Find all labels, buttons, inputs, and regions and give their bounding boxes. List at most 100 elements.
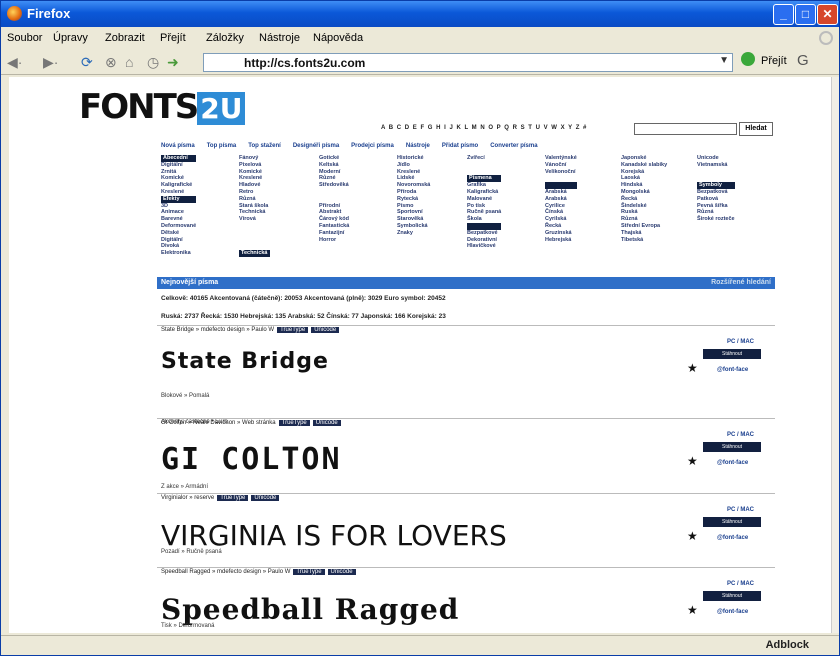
- topnav-link[interactable]: Converter písma: [490, 143, 537, 149]
- category-link[interactable]: Japonské: [621, 155, 667, 162]
- category-link[interactable]: Velikonoční: [545, 169, 577, 176]
- category-link[interactable]: Valentýnské: [545, 155, 577, 162]
- category-link[interactable]: Kreslené: [397, 169, 430, 176]
- bookmarks-icon[interactable]: ➜: [167, 54, 179, 71]
- font-face-link[interactable]: @font-face: [717, 609, 748, 615]
- category-link[interactable]: Vánoční: [545, 162, 577, 169]
- category-link[interactable]: Písmena: [467, 175, 502, 183]
- search-engine-icon[interactable]: G: [797, 52, 809, 69]
- category-link[interactable]: Rytecká: [397, 196, 430, 203]
- category-link[interactable]: Symbolická: [397, 223, 430, 230]
- site-search-input[interactable]: [634, 123, 737, 135]
- category-link[interactable]: Kaligrafická: [467, 189, 501, 196]
- font-preview[interactable]: VIRGINIA IS FOR LOVERS: [161, 519, 507, 552]
- breadcrumb-text[interactable]: Speedball Ragged » mdefecto design » Pau…: [161, 569, 290, 575]
- category-link[interactable]: Thajská: [621, 230, 667, 237]
- back-icon[interactable]: ◀·: [7, 54, 22, 71]
- breadcrumb-text[interactable]: Gt Colton » Neale Davidson » Web stránka: [161, 420, 276, 426]
- category-link[interactable]: Různá: [621, 216, 667, 223]
- adblock-status[interactable]: Adblock: [766, 639, 809, 651]
- site-search-button[interactable]: Hledat: [739, 122, 773, 136]
- site-logo[interactable]: FONTS 2U: [79, 87, 246, 127]
- category-link[interactable]: Elektronika: [161, 250, 196, 257]
- menu-zalozky[interactable]: Záložky: [206, 32, 244, 44]
- category-link[interactable]: Cyrilská: [545, 216, 577, 223]
- category-link[interactable]: Mongolská: [621, 189, 667, 196]
- favorite-star-icon[interactable]: ★: [687, 361, 698, 375]
- category-link[interactable]: Fantazijní: [319, 230, 349, 237]
- category-link[interactable]: Novoromská: [397, 182, 430, 189]
- breadcrumb-text[interactable]: Virginialor » reserve: [161, 495, 214, 501]
- topnav-link[interactable]: Top stažení: [248, 143, 281, 149]
- download-button[interactable]: Stáhnout: [703, 442, 761, 452]
- download-button[interactable]: Stáhnout: [703, 349, 761, 359]
- category-link[interactable]: Čínská: [545, 209, 577, 216]
- menu-napoveda[interactable]: Nápověda: [313, 32, 363, 44]
- forward-icon[interactable]: ▶·: [43, 54, 58, 71]
- category-link[interactable]: Šindelské: [621, 203, 667, 210]
- chevron-down-icon[interactable]: ▼: [719, 55, 729, 66]
- category-link[interactable]: Jídlo: [397, 162, 430, 169]
- category-link[interactable]: Stará škola: [239, 203, 270, 210]
- category-link[interactable]: Příroda: [397, 189, 430, 196]
- category-link[interactable]: Pixelová: [239, 162, 270, 169]
- category-link[interactable]: Technická: [239, 250, 270, 257]
- category-link[interactable]: Čárový kód: [319, 216, 349, 223]
- category-link[interactable]: Řecká: [621, 196, 667, 203]
- menu-upravy[interactable]: Úpravy: [53, 32, 88, 44]
- font-preview[interactable]: Speedball Ragged: [161, 593, 459, 626]
- category-link[interactable]: Laoská: [621, 175, 667, 182]
- category-link[interactable]: Divoká: [161, 243, 196, 250]
- category-link[interactable]: Dekorativní: [467, 237, 501, 244]
- menu-zobrazit[interactable]: Zobrazit: [105, 32, 145, 44]
- category-link[interactable]: Technická: [239, 209, 270, 216]
- category-link[interactable]: Bezpatkové: [467, 230, 501, 237]
- category-link[interactable]: Znaky: [397, 230, 430, 237]
- category-link[interactable]: Retro: [239, 189, 270, 196]
- menu-prejit[interactable]: Přejít: [160, 32, 186, 44]
- menu-nastroje[interactable]: Nástroje: [259, 32, 300, 44]
- category-link[interactable]: Animace: [161, 209, 196, 216]
- vertical-scrollbar[interactable]: [831, 77, 839, 633]
- favorite-star-icon[interactable]: ★: [687, 454, 698, 468]
- category-link[interactable]: Komické: [161, 175, 196, 182]
- go-icon[interactable]: [741, 52, 755, 66]
- category-link[interactable]: Hebrejská: [545, 237, 577, 244]
- category-link[interactable]: Různá: [239, 196, 270, 203]
- category-link[interactable]: Střední Evropa: [621, 223, 667, 230]
- category-link[interactable]: Digitální: [161, 162, 196, 169]
- font-breadcrumb[interactable]: Speedball Ragged » mdefecto design » Pau…: [161, 569, 356, 575]
- maximize-button[interactable]: □: [795, 4, 816, 25]
- category-link[interactable]: Grafika: [467, 182, 501, 189]
- close-button[interactable]: ✕: [817, 4, 838, 25]
- category-link[interactable]: Středověká: [319, 182, 349, 189]
- alphabet-nav[interactable]: A B C D E F G H I J K L M N O P Q R S T …: [381, 125, 587, 131]
- category-link[interactable]: Historické: [397, 155, 430, 162]
- category-link[interactable]: Korejská: [621, 169, 667, 176]
- category-link[interactable]: Efekty: [161, 195, 197, 203]
- category-link[interactable]: Starověká: [397, 216, 430, 223]
- category-link[interactable]: Komické: [239, 169, 270, 176]
- font-preview[interactable]: State Bridge: [161, 349, 329, 374]
- category-link[interactable]: Po tisk: [467, 203, 501, 210]
- category-link[interactable]: Vírová: [239, 216, 270, 223]
- category-link[interactable]: Gruzínská: [545, 230, 577, 237]
- topnav-link[interactable]: Designéři písma: [293, 143, 339, 149]
- category-link[interactable]: Přírodní: [319, 203, 349, 210]
- topnav-link[interactable]: Přidat písmo: [442, 143, 478, 149]
- category-link[interactable]: Zrnitá: [161, 169, 196, 176]
- topnav-link[interactable]: Nová písma: [161, 143, 195, 149]
- category-link[interactable]: Kaligrafické: [161, 182, 196, 189]
- category-link[interactable]: Hindská: [621, 182, 667, 189]
- category-link[interactable]: Hlavičkové: [467, 243, 501, 250]
- category-link[interactable]: Sportovní: [397, 209, 430, 216]
- go-button[interactable]: Přejít: [761, 55, 787, 67]
- topnav-link[interactable]: Top písma: [207, 143, 237, 149]
- category-link[interactable]: Řecká: [545, 223, 577, 230]
- category-link[interactable]: Arabská: [545, 189, 577, 196]
- category-link[interactable]: Bezpatková: [697, 189, 735, 196]
- category-link[interactable]: Široké rozteče: [697, 216, 735, 223]
- category-link[interactable]: Fánový: [239, 155, 270, 162]
- minimize-button[interactable]: _: [773, 4, 794, 25]
- topnav-link[interactable]: Nástroje: [406, 143, 430, 149]
